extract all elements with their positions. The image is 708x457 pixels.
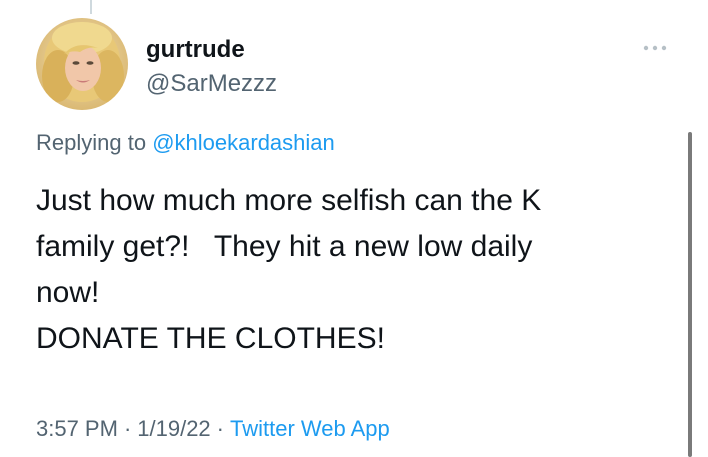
tweet-time[interactable]: 3:57 PM [36, 416, 118, 441]
avatar[interactable] [36, 18, 128, 110]
meta-separator: · [123, 416, 132, 441]
replying-to-label: Replying to [36, 130, 147, 155]
ellipsis-icon [643, 45, 667, 51]
tweet-metadata: 3:57 PM · 1/19/22 · Twitter Web App [36, 414, 390, 444]
tweet-date[interactable]: 1/19/22 [137, 416, 210, 441]
tweet: gurtrude @SarMezzz Replying to @khloekar… [0, 0, 708, 457]
scrollbar[interactable] [688, 132, 692, 457]
more-options-button[interactable] [638, 36, 672, 60]
meta-separator: · [216, 416, 224, 441]
mention-link[interactable]: @khloekardashian [152, 130, 335, 155]
author-handle[interactable]: @SarMezzz [146, 70, 277, 98]
thread-connector-line [90, 0, 92, 14]
tweet-text: Just how much more selfish can the K fam… [36, 184, 542, 355]
tweet-source-link[interactable]: Twitter Web App [230, 416, 390, 441]
replying-to: Replying to @khloekardashian [36, 128, 335, 158]
author-display-name[interactable]: gurtrude [146, 36, 245, 64]
profile-photo-icon [36, 18, 128, 110]
